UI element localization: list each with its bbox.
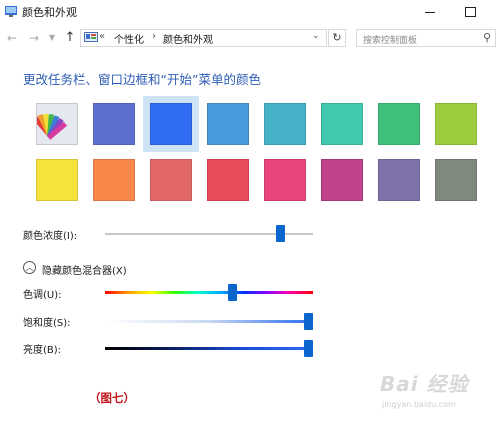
search-icon[interactable]: ⚲ [483,31,491,44]
forward-arrow-icon[interactable]: → [26,30,42,46]
swatch-row2-5[interactable] [264,159,306,201]
hue-label: 色调(U): [23,290,62,301]
breadcrumb-personalization[interactable]: 个性化 [114,31,144,46]
breadcrumb-color-appearance[interactable]: 颜色和外观 [163,31,213,46]
page-title: 更改任务栏、窗口边框和“开始”菜单的颜色 [23,72,261,87]
swatch-row1-2[interactable] [93,103,135,145]
swatch-row2-6[interactable] [321,159,363,201]
swatch-row1-6[interactable] [321,103,363,145]
figure-caption: （图七） [89,391,135,405]
watermark-url: jingyan.baidu.com [382,400,456,409]
swatch-row2-4[interactable] [207,159,249,201]
recent-dropdown-icon[interactable]: ▼ [44,30,60,46]
swatch-row1-8[interactable] [435,103,477,145]
maximize-button[interactable] [455,0,485,24]
intensity-thumb[interactable] [276,225,286,242]
swatch-row2-2[interactable] [93,159,135,201]
minimize-icon [425,11,435,13]
swatch-row1-7[interactable] [378,103,420,145]
brightness-thumb[interactable] [304,340,313,357]
brightness-track[interactable] [105,347,313,350]
breadcrumb-separator-icon[interactable]: › [152,31,156,42]
control-panel-icon [84,32,98,42]
color-appearance-icon [5,6,17,17]
swatch-row2-8[interactable] [435,159,477,201]
hue-track[interactable] [105,291,313,294]
intensity-label: 颜色浓度(I): [23,231,78,242]
chevron-up-icon[interactable]: ︿ [23,261,36,274]
brightness-label: 亮度(B): [23,345,62,356]
saturation-thumb[interactable] [304,313,313,330]
mixer-toggle[interactable]: 隐藏颜色混合器(X) [42,262,127,277]
color-fan-icon [32,113,68,140]
search-input[interactable]: 搜索控制面板 [356,29,496,47]
breadcrumb-overflow[interactable]: « [99,31,105,42]
swatch-row1-4[interactable] [207,103,249,145]
window-title: 颜色和外观 [22,6,77,19]
back-arrow-icon[interactable]: ← [4,30,20,46]
swatch-row2-3[interactable] [150,159,192,201]
saturation-track[interactable] [105,320,313,323]
swatch-row1-5[interactable] [264,103,306,145]
swatch-row2-1[interactable] [36,159,78,201]
up-arrow-icon[interactable]: ↑ [62,30,78,46]
minimize-button[interactable] [415,0,445,24]
swatch-row2-7[interactable] [378,159,420,201]
saturation-label: 饱和度(S): [23,318,71,329]
hue-thumb[interactable] [228,284,238,301]
chevron-down-icon[interactable]: ⌄ [312,31,320,41]
swatch-automatic[interactable] [32,103,78,145]
maximize-icon [464,7,476,17]
swatch-row1-3[interactable] [150,103,192,145]
watermark-logo: Bai 经验 [380,372,469,396]
refresh-icon[interactable]: ↻ [328,29,346,47]
